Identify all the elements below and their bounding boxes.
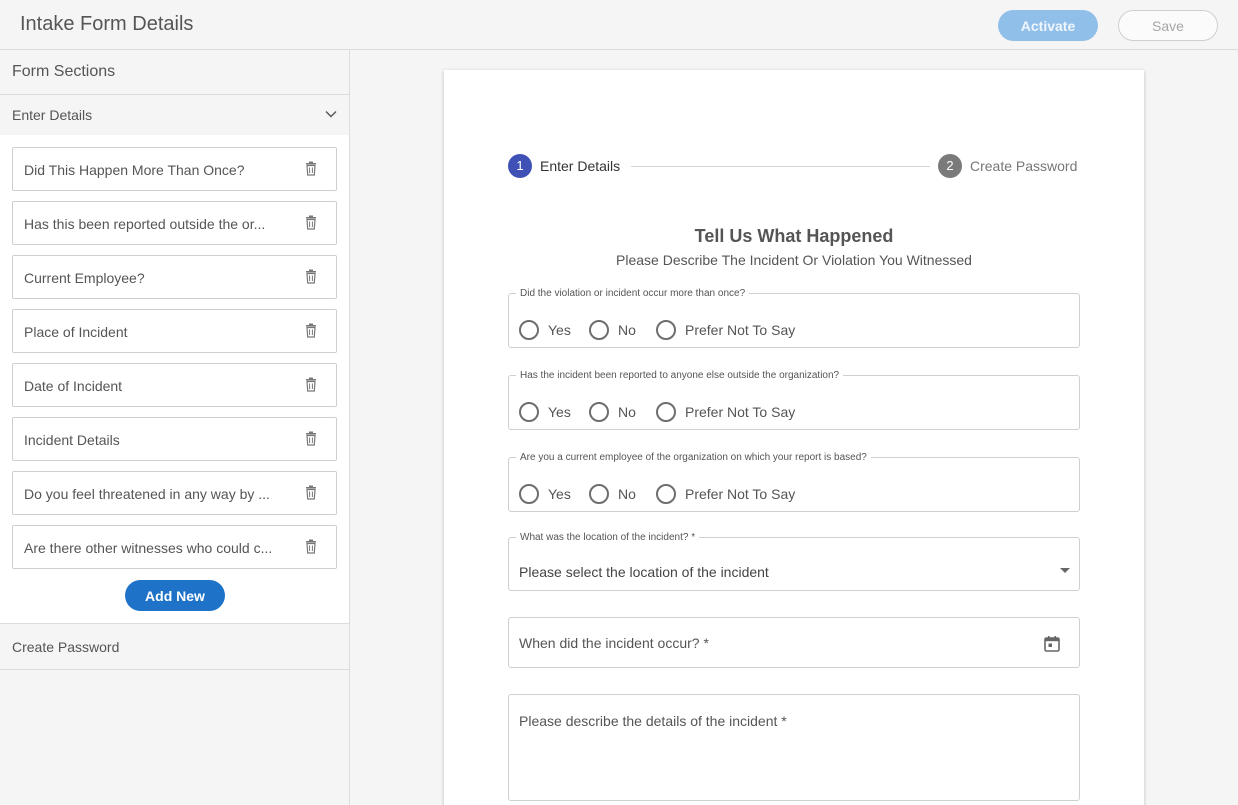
trash-icon[interactable] xyxy=(304,215,318,230)
section-header-label: Create Password xyxy=(12,639,120,655)
list-item[interactable]: Are there other witnesses who could c... xyxy=(12,525,337,569)
details-textarea[interactable]: Please describe the details of the incid… xyxy=(508,694,1080,801)
save-button[interactable]: Save xyxy=(1118,10,1218,41)
list-item-label: Did This Happen More Than Once? xyxy=(24,162,245,178)
divider xyxy=(0,669,349,670)
radio-circle[interactable] xyxy=(589,484,609,504)
radio-label: Yes xyxy=(548,322,571,338)
radio-label: Yes xyxy=(548,486,571,502)
step-label-enter-details[interactable]: Enter Details xyxy=(540,158,620,174)
sidebar: Form Sections Enter Details Did This Hap… xyxy=(0,50,350,805)
radio-circle[interactable] xyxy=(656,320,676,340)
caret-down-icon[interactable] xyxy=(1060,568,1070,573)
list-item[interactable]: Do you feel threatened in any way by ... xyxy=(12,471,337,515)
select-label: What was the location of the incident? * xyxy=(520,532,696,543)
step-connector xyxy=(631,166,930,167)
location-select[interactable]: What was the location of the incident? *… xyxy=(508,532,1080,591)
question-label: Are you a current employee of the organi… xyxy=(520,452,867,463)
trash-icon[interactable] xyxy=(304,431,318,446)
form-title: Tell Us What Happened xyxy=(694,226,894,246)
trash-icon[interactable] xyxy=(304,485,318,500)
list-item[interactable]: Did This Happen More Than Once? xyxy=(12,147,337,191)
add-new-button[interactable]: Add New xyxy=(125,580,225,611)
chevron-down-icon xyxy=(325,111,337,118)
list-item[interactable]: Place of Incident xyxy=(12,309,337,353)
trash-icon[interactable] xyxy=(304,323,318,338)
step-number-inactive: 2 xyxy=(938,154,962,178)
list-item[interactable]: Date of Incident xyxy=(12,363,337,407)
section-items: Did This Happen More Than Once? Has this… xyxy=(0,135,349,624)
radio-label: Prefer Not To Say xyxy=(685,404,796,420)
list-item[interactable]: Incident Details xyxy=(12,417,337,461)
radio-group-reported: Has the incident been reported to anyone… xyxy=(508,370,1080,430)
sidebar-title: Form Sections xyxy=(12,63,116,80)
radio-label: No xyxy=(618,486,636,502)
question-label: Has the incident been reported to anyone… xyxy=(520,370,840,381)
list-item-label: Has this been reported outside the or... xyxy=(24,216,266,232)
radio-label: No xyxy=(618,404,636,420)
question-label: Did the violation or incident occur more… xyxy=(520,288,746,299)
list-item[interactable]: Current Employee? xyxy=(12,255,337,299)
date-placeholder: When did the incident occur? * xyxy=(519,635,709,651)
radio-label: Prefer Not To Say xyxy=(685,486,796,502)
radio-label: Yes xyxy=(548,404,571,420)
form-card: 1 Enter Details 2 Create Password Tell U… xyxy=(444,70,1144,805)
step-number-active: 1 xyxy=(508,154,532,178)
radio-group-repeat: Did the violation or incident occur more… xyxy=(508,288,1080,348)
radio-circle[interactable] xyxy=(656,484,676,504)
radio-circle[interactable] xyxy=(519,402,539,422)
radio-circle[interactable] xyxy=(656,402,676,422)
calendar-icon[interactable] xyxy=(1043,635,1061,653)
top-bar: Intake Form Details Activate Save xyxy=(0,0,1238,50)
activate-button[interactable]: Activate xyxy=(998,10,1098,41)
list-item-label: Incident Details xyxy=(24,432,120,448)
section-header-enter-details[interactable]: Enter Details xyxy=(0,95,349,135)
list-item-label: Current Employee? xyxy=(24,270,145,286)
radio-circle[interactable] xyxy=(589,320,609,340)
radio-label: Prefer Not To Say xyxy=(685,322,796,338)
list-item-label: Do you feel threatened in any way by ... xyxy=(24,486,270,502)
radio-group-employee: Are you a current employee of the organi… xyxy=(508,452,1080,512)
select-value: Please select the location of the incide… xyxy=(519,564,769,580)
radio-circle[interactable] xyxy=(519,484,539,504)
trash-icon[interactable] xyxy=(304,161,318,176)
list-item[interactable]: Has this been reported outside the or... xyxy=(12,201,337,245)
radio-circle[interactable] xyxy=(589,402,609,422)
details-placeholder: Please describe the details of the incid… xyxy=(519,713,787,729)
trash-icon[interactable] xyxy=(304,377,318,392)
section-header-label: Enter Details xyxy=(12,107,93,123)
page-title: Intake Form Details xyxy=(20,13,194,35)
trash-icon[interactable] xyxy=(304,269,318,284)
date-field[interactable]: When did the incident occur? * xyxy=(508,617,1080,668)
form-subtitle: Please Describe The Incident Or Violatio… xyxy=(616,252,972,268)
step-label-create-password[interactable]: Create Password xyxy=(970,158,1077,174)
list-item-label: Are there other witnesses who could c... xyxy=(24,540,273,556)
radio-circle[interactable] xyxy=(519,320,539,340)
radio-label: No xyxy=(618,322,636,338)
trash-icon[interactable] xyxy=(304,539,318,554)
list-item-label: Place of Incident xyxy=(24,324,128,340)
section-header-create-password[interactable]: Create Password xyxy=(0,624,349,670)
list-item-label: Date of Incident xyxy=(24,378,123,394)
